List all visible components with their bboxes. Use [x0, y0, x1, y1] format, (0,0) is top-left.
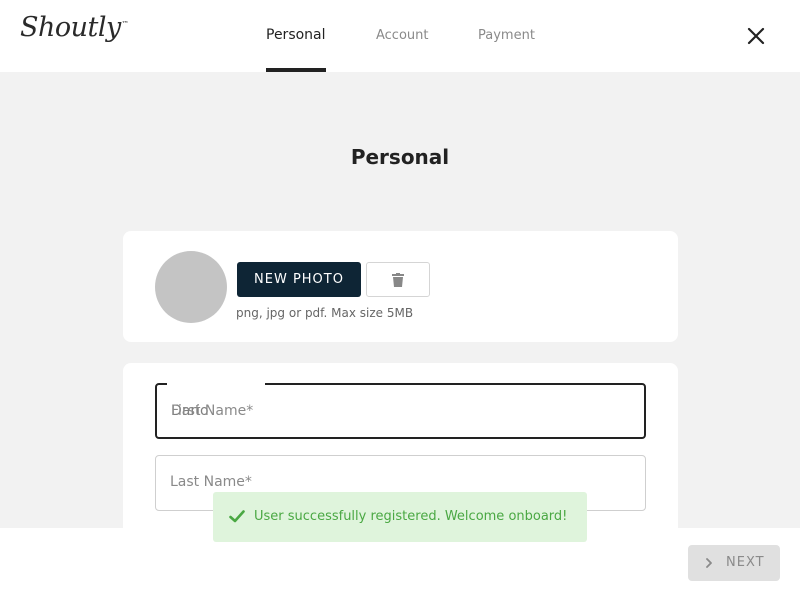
page-title: Personal — [350, 145, 450, 169]
active-tab-indicator — [266, 68, 326, 72]
next-button-label: NEXT — [726, 555, 765, 570]
logo-text: Shoutly — [20, 12, 121, 43]
close-button[interactable] — [744, 24, 768, 48]
tab-personal[interactable]: Personal — [266, 27, 326, 43]
avatar[interactable] — [155, 251, 227, 323]
first-name-field[interactable]: Dario First Name* — [155, 382, 646, 439]
shoutly-logo[interactable]: Shoutly™ — [20, 12, 129, 43]
header: Shoutly™ Personal Account Payment — [0, 0, 800, 72]
field-label-notch — [167, 382, 265, 387]
chevron-right-icon — [706, 558, 712, 568]
first-name-placeholder: First Name* — [171, 403, 254, 419]
toast-message: User successfully registered. Welcome on… — [254, 509, 568, 524]
trash-icon — [392, 273, 404, 287]
delete-photo-button[interactable] — [366, 262, 430, 297]
check-icon — [229, 510, 245, 523]
next-button[interactable]: NEXT — [688, 545, 780, 581]
photo-card: NEW PHOTO png, jpg or pdf. Max size 5MB — [123, 231, 678, 342]
tab-account[interactable]: Account — [376, 28, 429, 43]
tab-payment[interactable]: Payment — [478, 28, 535, 43]
trademark-symbol: ™ — [121, 20, 129, 28]
success-toast[interactable]: User successfully registered. Welcome on… — [213, 492, 587, 542]
new-photo-button[interactable]: NEW PHOTO — [237, 262, 361, 297]
photo-hint: png, jpg or pdf. Max size 5MB — [236, 306, 414, 320]
last-name-placeholder: Last Name* — [170, 474, 252, 490]
close-icon — [747, 27, 765, 45]
